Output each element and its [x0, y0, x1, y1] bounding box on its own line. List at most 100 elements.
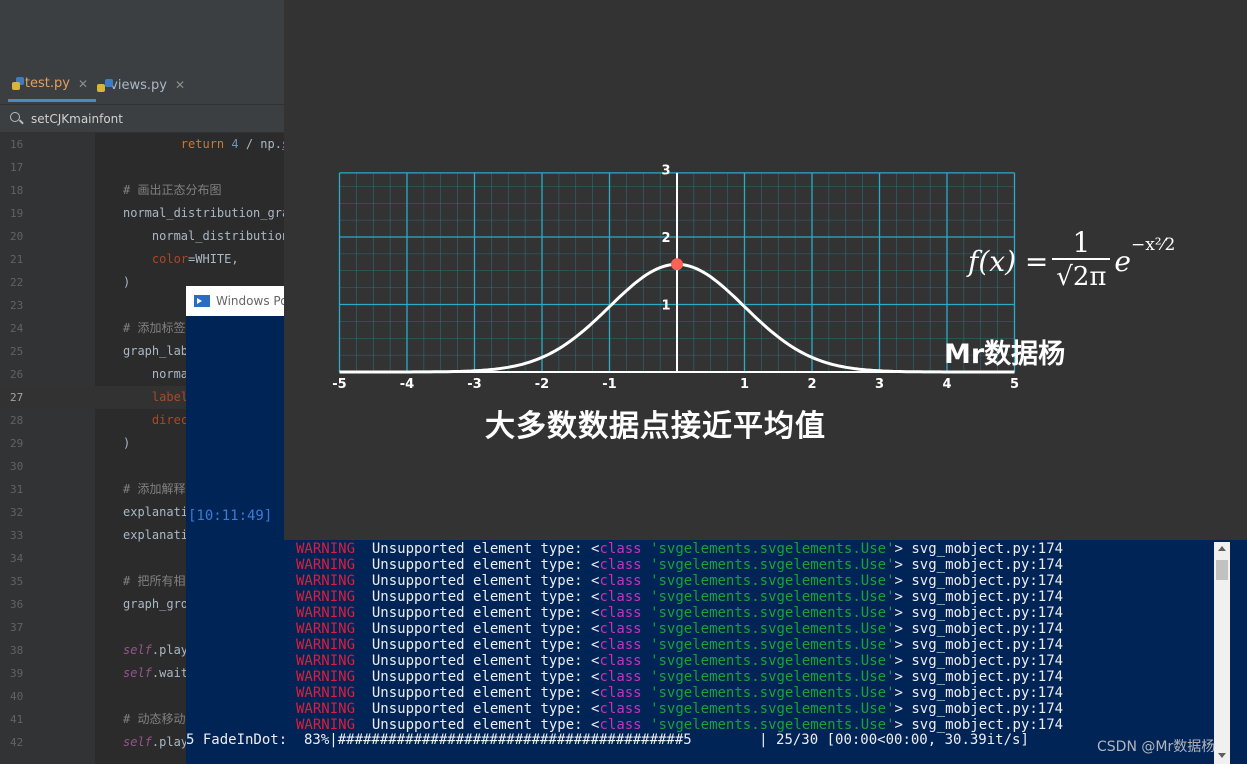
close-icon[interactable]: ✕: [78, 77, 88, 91]
line-number: 42: [10, 736, 24, 749]
warning-message: Unsupported element type:: [371, 573, 592, 589]
warning-level: WARNING: [296, 637, 356, 653]
line-number: 18: [10, 184, 24, 197]
code-text: ): [123, 271, 130, 294]
warning-class-string: 'svgelements.svgelements.Use': [650, 605, 895, 621]
warning-source: > svg_mobject.py:174: [894, 701, 1064, 717]
warning-class-keyword: class: [599, 685, 642, 701]
close-icon[interactable]: ✕: [175, 78, 185, 92]
warning-source: > svg_mobject.py:174: [894, 541, 1064, 557]
code-token: explanati: [123, 505, 189, 519]
code-token: # 动态移动: [123, 712, 186, 726]
code-token: .play: [151, 735, 189, 749]
line-number: 24: [10, 322, 24, 335]
warning-class-string: 'svgelements.svgelements.Use': [650, 685, 895, 701]
line-number: 35: [10, 575, 24, 588]
line-number: 30: [10, 460, 24, 473]
warning-source: > svg_mobject.py:174: [894, 589, 1064, 605]
code-text: normal_distribution_gra: [123, 202, 289, 225]
warning-line: WARNING Unsupported element type: <class…: [296, 717, 1063, 733]
warning-level: WARNING: [296, 557, 356, 573]
warning-source: > svg_mobject.py:174: [894, 637, 1064, 653]
powershell-icon: [194, 295, 210, 307]
line-number: 36: [10, 598, 24, 611]
warning-class-keyword: class: [599, 589, 642, 605]
warning-message: Unsupported element type:: [371, 669, 592, 685]
warning-message: Unsupported element type:: [371, 701, 592, 717]
warning-message: Unsupported element type:: [371, 605, 592, 621]
code-token: graph_gro: [123, 597, 189, 611]
formula-denominator: √2π: [1056, 262, 1107, 292]
code-token: =WHITE,: [188, 252, 239, 266]
code-text: # 画出正态分布图: [123, 179, 221, 202]
line-number: 31: [10, 483, 24, 496]
warning-class-string: 'svgelements.svgelements.Use': [650, 701, 895, 717]
csdn-watermark: CSDN @Mr数据杨: [1097, 739, 1216, 755]
formula-exponent: −x²⁄2: [1130, 235, 1176, 255]
warning-level: WARNING: [296, 701, 356, 717]
warning-line: WARNING Unsupported element type: <class…: [296, 573, 1063, 589]
warning-line: WARNING Unsupported element type: <class…: [296, 701, 1063, 717]
log-timestamp: [10:11:49]: [188, 508, 273, 524]
code-text: graph_lab: [123, 340, 188, 363]
x-tick-label: 2: [807, 377, 816, 392]
code-token: # 添加标签: [123, 321, 186, 335]
line-number: 34: [10, 552, 24, 565]
warning-level: WARNING: [296, 605, 356, 621]
scrollbar[interactable]: [1214, 542, 1230, 764]
code-token: 4: [231, 137, 239, 151]
warning-class-string: 'svgelements.svgelements.Use': [650, 573, 895, 589]
code-token: self: [123, 735, 152, 749]
scroll-up-arrow-icon[interactable]: [1218, 546, 1226, 551]
author-label: Mr数据杨: [944, 339, 1066, 370]
line-number: 33: [10, 529, 24, 542]
warning-message: Unsupported element type:: [371, 557, 592, 573]
tab-views-py[interactable]: views.py ✕: [97, 68, 193, 102]
warning-level: WARNING: [296, 653, 356, 669]
y-tick-label: 1: [661, 299, 670, 314]
code-text: self.play: [123, 639, 188, 662]
warning-class-keyword: class: [599, 621, 642, 637]
warning-source: > svg_mobject.py:174: [894, 653, 1064, 669]
code-token: .play: [151, 643, 189, 657]
warning-class-keyword: class: [599, 637, 642, 653]
x-tick-label: -1: [602, 377, 616, 392]
warning-message: Unsupported element type:: [371, 717, 592, 733]
warning-class-string: 'svgelements.svgelements.Use': [650, 589, 895, 605]
scroll-down-arrow-icon[interactable]: [1218, 753, 1226, 758]
y-tick-label: 3: [661, 164, 670, 179]
warning-level: WARNING: [296, 541, 356, 557]
search-input[interactable]: setCJKmainfont: [31, 112, 123, 126]
warning-source: > svg_mobject.py:174: [894, 621, 1064, 637]
x-tick-label: -5: [332, 377, 346, 392]
code-token: # 画出正态分布图: [123, 183, 222, 197]
manim-preview-window: -5 -4 -3 -2 -1 1 2 3 4 5 1 2 3 f(x) = 1 √2π e −x²⁄2 …: [284, 0, 1247, 540]
warning-line: WARNING Unsupported element type: <class…: [296, 669, 1063, 685]
scrollbar-thumb[interactable]: [1216, 560, 1228, 580]
warning-class-string: 'svgelements.svgelements.Use': [650, 717, 895, 733]
gaussian-formula: f(x) = 1 √2π e −x²⁄2: [968, 228, 1175, 294]
search-icon[interactable]: [9, 111, 25, 127]
formula-fraction: 1 √2π: [1052, 228, 1111, 294]
code-token: ): [123, 436, 131, 450]
code-token: ): [123, 275, 131, 289]
tab-test-py[interactable]: test.py ✕: [8, 68, 96, 102]
code-token: direc: [151, 413, 189, 427]
line-number: 19: [10, 207, 24, 220]
code-text: explanati: [123, 501, 188, 524]
code-text: # 添加解释: [123, 478, 185, 501]
x-tick-label: -2: [535, 377, 549, 392]
